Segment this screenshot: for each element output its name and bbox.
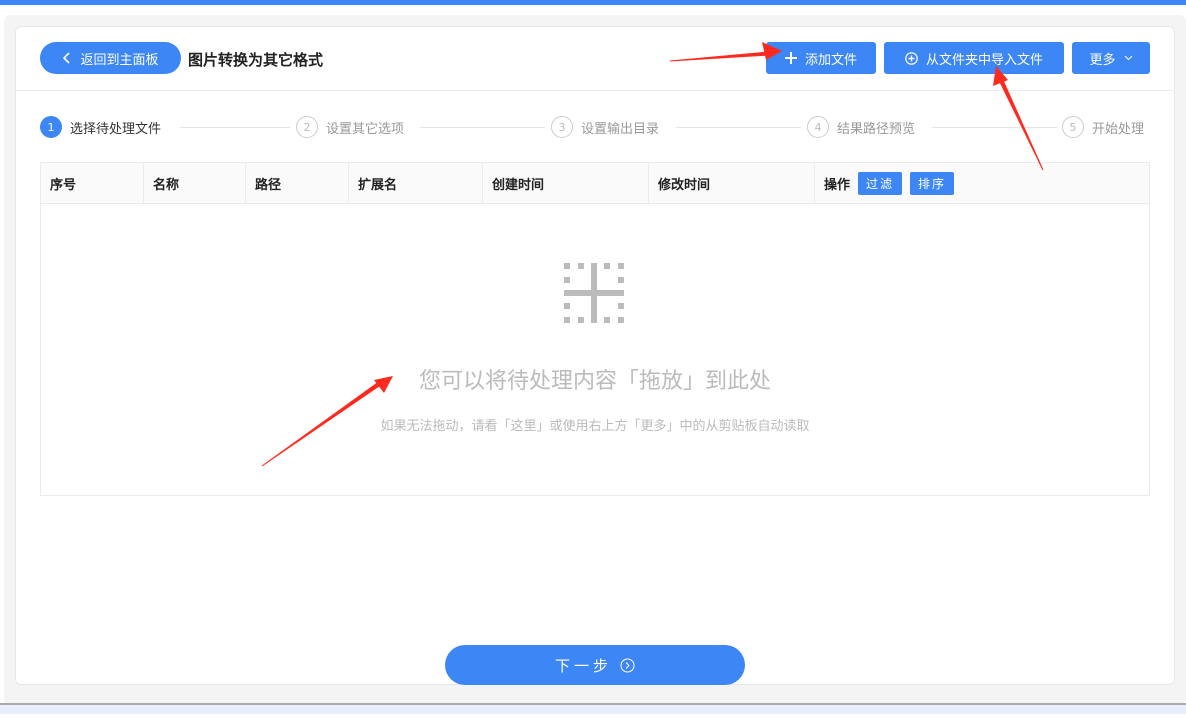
step-label: 开始处理: [1092, 121, 1145, 137]
table-header: 序号 名称 路径 扩展名 创建时间 修改时间 操作 过滤 排序: [41, 163, 1149, 204]
back-label: 返回到主面板: [80, 52, 159, 68]
col-created: 创建时间: [483, 163, 649, 204]
step-5: 5 开始处理: [1062, 116, 1145, 138]
add-file-button[interactable]: 添加文件: [766, 42, 876, 74]
plus-icon: [784, 52, 797, 64]
chevron-left-icon: [63, 52, 71, 64]
col-actions-label: 操作: [824, 178, 851, 193]
bottom-band: [0, 705, 1186, 714]
chevron-right-circle-icon: [620, 658, 635, 672]
col-index: 序号: [41, 163, 144, 204]
import-folder-label: 从文件夹中导入文件: [925, 52, 1043, 68]
drop-icon: [41, 263, 1149, 329]
step-4: 4 结果路径预览: [807, 116, 926, 138]
import-folder-button[interactable]: 从文件夹中导入文件: [884, 42, 1064, 74]
col-modified: 修改时间: [649, 163, 815, 204]
step-label: 设置输出目录: [581, 121, 660, 137]
step-number: 5: [1062, 116, 1084, 138]
back-button[interactable]: 返回到主面板: [40, 42, 181, 74]
col-path: 路径: [246, 163, 349, 204]
file-table: 序号 名称 路径 扩展名 创建时间 修改时间 操作 过滤 排序 您可以将待处理内…: [40, 162, 1150, 496]
step-label: 设置其它选项: [326, 121, 405, 137]
more-label: 更多: [1089, 52, 1116, 68]
col-actions: 操作 过滤 排序: [815, 163, 1150, 204]
step-number: 2: [296, 116, 318, 138]
step-connector: [932, 127, 1057, 128]
step-connector: [420, 127, 545, 128]
plus-circle-icon: [905, 51, 918, 65]
main-card: 返回到主面板 图片转换为其它格式 添加文件 从文件夹中导入文件 更多 1 选择待处…: [15, 26, 1175, 685]
next-label: 下一步: [554, 656, 612, 675]
step-3: 3 设置输出目录: [551, 116, 670, 138]
more-dropdown[interactable]: 更多: [1072, 42, 1150, 74]
col-extension: 扩展名: [349, 163, 483, 204]
page-title: 图片转换为其它格式: [188, 51, 324, 69]
step-number: 3: [551, 116, 573, 138]
drop-hint: 如果无法拖动，请看「这里」或使用右上方「更多」中的从剪贴板自动读取: [380, 419, 810, 434]
step-connector: [676, 127, 801, 128]
sort-button[interactable]: 排序: [910, 172, 955, 195]
header: 返回到主面板 图片转换为其它格式 添加文件 从文件夹中导入文件 更多: [16, 27, 1174, 91]
step-number: 1: [40, 116, 62, 138]
col-name: 名称: [144, 163, 246, 204]
chevron-down-icon: [1124, 55, 1132, 61]
step-label: 结果路径预览: [837, 121, 916, 137]
step-connector: [180, 127, 290, 128]
filter-button[interactable]: 过滤: [858, 172, 903, 195]
step-label: 选择待处理文件: [70, 121, 162, 137]
next-step-button[interactable]: 下一步: [445, 645, 745, 685]
stepper: 1 选择待处理文件 2 设置其它选项 3 设置输出目录 4 结果路径预览 5 开始处理: [40, 116, 1150, 140]
step-number: 4: [807, 116, 829, 138]
drop-title: 您可以将待处理内容「拖放」到此处: [418, 369, 771, 394]
step-1: 1 选择待处理文件: [40, 116, 172, 138]
add-file-label: 添加文件: [804, 52, 857, 68]
step-2: 2 设置其它选项: [296, 116, 415, 138]
top-accent-bar: [0, 0, 1186, 5]
